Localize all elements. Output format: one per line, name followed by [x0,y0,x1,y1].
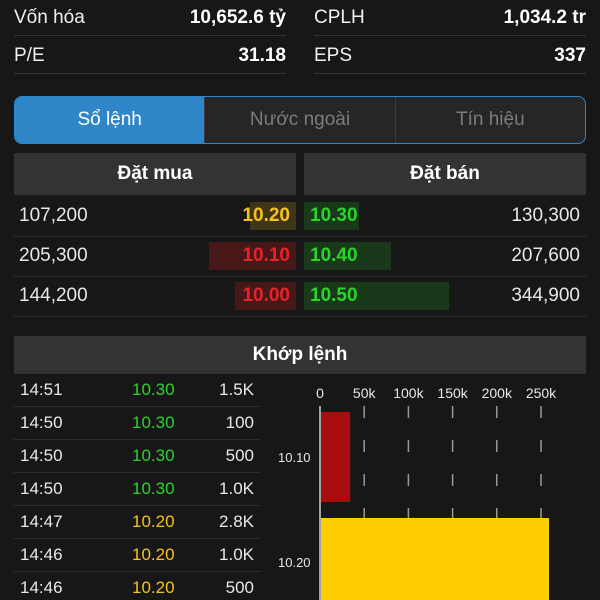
buy-price[interactable]: 10.00 [242,277,290,315]
trade-price: 10.30 [132,446,175,465]
trade-volume: 1.5K [219,380,254,399]
x-tick-label: 200k [482,385,513,401]
trade-volume: 500 [225,446,254,465]
buy-quantity: 144,200 [19,285,88,306]
stat-market-cap: Vốn hóa 10,652.6 tỷ [14,0,286,36]
x-tick-label: 50k [353,385,377,401]
x-tick-label: 250k [526,385,557,401]
trade-row: 14:50 10.30 100 [14,407,260,440]
sell-price[interactable]: 10.50 [310,277,358,315]
trade-volume: 1.0K [219,545,254,564]
buy-quantity: 205,300 [19,245,88,266]
trade-volume: 500 [225,578,254,597]
volume-by-price-svg: 0 50k 100k 150k 200k 250k 10.10 10.20 [278,385,557,600]
trade-price: 10.20 [132,512,175,531]
tab-order-book[interactable]: Sổ lệnh [15,97,205,143]
stat-row-pe: P/E 31.18 EPS 337 [14,38,586,76]
trade-row: 14:51 10.30 1.5K [14,374,260,407]
buy-orders-header: Đặt mua [14,153,296,195]
trade-volume: 100 [225,413,254,432]
x-tick-label: 0 [316,385,324,401]
trade-time: 14:50 [20,479,63,498]
volume-bar [321,412,351,502]
buy-quantity: 107,200 [19,205,88,226]
sell-price[interactable]: 10.30 [310,197,358,235]
trade-row: 14:50 10.30 1.0K [14,473,260,506]
sell-quantity: 207,600 [511,245,580,266]
stat-row-market-cap: Vốn hóa 10,652.6 tỷ CPLH 1,034.2 tr [14,0,586,38]
price-level-label: 10.20 [278,555,311,570]
stat-label: EPS [314,44,353,66]
stat-label: Vốn hóa [14,6,85,28]
stock-stats: Vốn hóa 10,652.6 tỷ CPLH 1,034.2 tr P/E … [14,0,586,76]
stat-value: 31.18 [238,44,286,66]
sell-quantity: 344,900 [511,285,580,306]
buy-price[interactable]: 10.10 [242,237,290,275]
stat-shares-outstanding: CPLH 1,034.2 tr [314,0,586,36]
sell-orders-header: Đặt bán [304,153,586,195]
order-book-row: 144,200 10.00 10.50 344,900 [14,277,586,317]
trade-price: 10.30 [132,380,175,399]
trade-volume: 2.8K [219,512,254,531]
segmented-tabs: Sổ lệnh Nước ngoài Tín hiệu [14,96,586,144]
x-tick-label: 150k [437,385,468,401]
trade-price: 10.30 [132,413,175,432]
trade-volume: 1.0K [219,479,254,498]
trade-row: 14:46 10.20 500 [14,572,260,600]
stat-pe: P/E 31.18 [14,38,286,74]
trade-price: 10.30 [132,479,175,498]
sell-price[interactable]: 10.40 [310,237,358,275]
stat-value: 337 [554,44,586,66]
trade-row: 14:50 10.30 500 [14,440,260,473]
tab-signals[interactable]: Tín hiệu [394,97,585,143]
order-book-row: 205,300 10.10 10.40 207,600 [14,237,586,277]
tab-foreign[interactable]: Nước ngoài [204,97,394,143]
stat-value: 10,652.6 tỷ [189,6,286,28]
trade-price: 10.20 [132,578,175,597]
volume-bar [321,518,549,600]
trade-time: 14:50 [20,413,63,432]
matched-orders-header: Khớp lệnh [14,336,586,374]
trade-time: 14:46 [20,578,63,597]
trade-row: 14:47 10.20 2.8K [14,506,260,539]
order-book-row: 107,200 10.20 10.30 130,300 [14,197,586,237]
buy-price[interactable]: 10.20 [242,197,290,235]
stat-label: CPLH [314,6,365,28]
trade-time: 14:47 [20,512,63,531]
price-level-label: 10.10 [278,450,311,465]
stat-eps: EPS 337 [314,38,586,74]
x-tick-label: 100k [393,385,424,401]
trade-row: 14:46 10.20 1.0K [14,539,260,572]
stat-label: P/E [14,44,45,66]
trade-time: 14:50 [20,446,63,465]
trade-time: 14:51 [20,380,63,399]
sell-quantity: 130,300 [511,205,580,226]
stat-value: 1,034.2 tr [503,6,586,28]
volume-by-price-chart: 0 50k 100k 150k 200k 250k 10.10 10.20 [270,378,586,600]
trade-time: 14:46 [20,545,63,564]
trade-price: 10.20 [132,545,175,564]
